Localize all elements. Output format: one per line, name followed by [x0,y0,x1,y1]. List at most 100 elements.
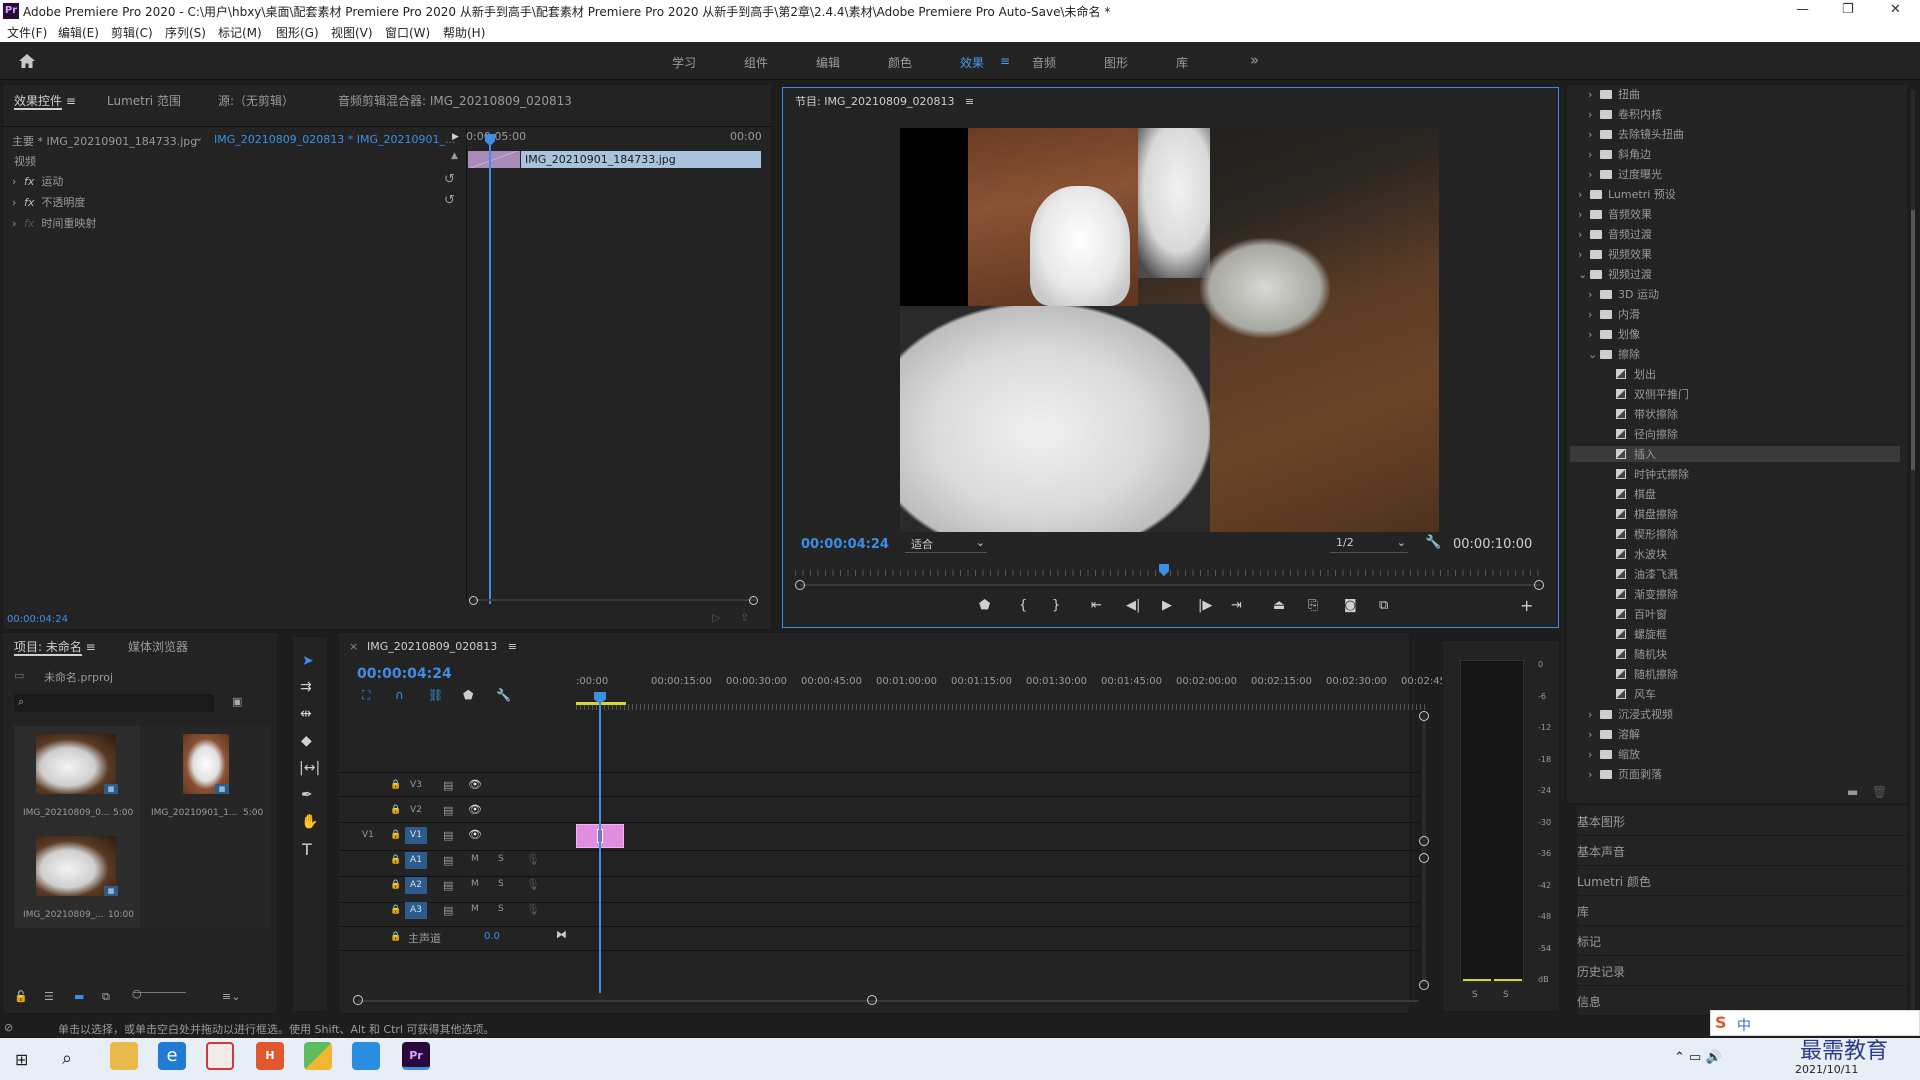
chevron-right-icon[interactable]: › [1578,228,1590,241]
button-editor-icon[interactable]: + [1520,596,1533,615]
selection-tool-icon[interactable]: ➤ [302,653,314,669]
effects-folder[interactable]: › 去除镜头扭曲 [1588,126,1684,142]
track-lock-icon[interactable]: 🔒 [390,830,401,840]
ec-clip-bar[interactable]: IMG_20210901_184733.jpg [521,151,761,168]
close-sequence-icon[interactable]: × [349,640,358,653]
chevron-right-icon[interactable]: › [1588,148,1600,161]
blue-app-icon[interactable] [352,1042,380,1070]
chevron-right-icon[interactable]: › [1578,248,1590,261]
v1-source-label[interactable]: V1 [362,830,374,840]
workspace-more-icon[interactable]: » [1250,51,1259,69]
edge-browser-icon[interactable]: e [158,1042,186,1070]
windows-start-icon[interactable]: ⊞ [15,1050,28,1069]
sequence-clip-label[interactable]: IMG_20210809_020813 * IMG_20210901_... [214,133,455,146]
chevron-right-icon[interactable]: › [1588,768,1600,781]
settings-wrench-icon[interactable]: 🔧 [1425,535,1441,550]
workspace-audio[interactable]: 音频 [1032,54,1056,71]
effect-row-time-remap[interactable]: › fx 时间重映射 [12,215,96,231]
vscroll-bottom-handle[interactable] [1419,980,1429,990]
effects-folder[interactable]: › 斜角边 [1588,146,1651,162]
ec-zoom-scrollbar[interactable] [474,599,756,601]
effects-folder[interactable]: › 过度曝光 [1588,166,1662,182]
master-volume-value[interactable]: 0.0 [484,931,500,942]
menu-view[interactable]: 视图(V) [331,24,373,41]
track-sync-icon[interactable]: ▤ [443,779,453,792]
chevron-down-icon[interactable]: ⌄ [1588,348,1600,361]
track-sync-icon[interactable]: ▤ [443,904,453,917]
project-item-1[interactable]: ▦ IMG_20210809_0... 5:00 [14,726,140,828]
sequence-dropdown-icon[interactable]: ⌄ [194,131,203,144]
effects-folder[interactable]: › 音频过渡 [1578,226,1652,242]
effect-item[interactable]: 随机块 [1598,646,1667,662]
track-target-v1[interactable]: V1 [405,827,427,844]
add-marker-timeline-icon[interactable]: ⬟ [463,688,473,702]
track-mute-button[interactable]: M [471,879,479,889]
chevron-right-icon[interactable]: › [1588,708,1600,721]
go-to-in-icon[interactable]: ⇤ [1091,598,1102,613]
tray-icons[interactable]: ⌃ ▭ 🔊 [1674,1050,1722,1065]
new-bin-icon[interactable]: ▬ [1847,785,1858,799]
tab-lumetri-scopes[interactable]: Lumetri 范围 [107,92,181,109]
effect-item[interactable]: 随机擦除 [1598,666,1678,682]
sogou-ime-icon[interactable]: S [1715,1013,1727,1032]
chevron-right-icon[interactable]: › [1588,728,1600,741]
effect-row-opacity[interactable]: › fx 不透明度 [12,194,85,210]
workspace-editing[interactable]: 编辑 [816,54,840,71]
track-sync-icon[interactable]: ▤ [443,854,453,867]
program-zoom-handle-left[interactable] [795,580,805,590]
effects-folder[interactable]: › 溶解 [1588,726,1640,742]
microphone-icon[interactable]: 🎙 [526,903,540,916]
microphone-icon[interactable]: 🎙 [526,878,540,891]
effects-folder[interactable]: › 页面剥落 [1588,766,1662,782]
panel-essential-sound[interactable]: 基本声音 [1577,836,1907,866]
tab-project[interactable]: 项目: 未命名 ≡ [14,638,96,656]
extract-icon[interactable]: ⎘ [1308,598,1318,613]
ec-export-icon[interactable]: ⇪ [740,611,749,624]
chevron-down-icon[interactable]: ⌄ [1578,268,1590,281]
colorful-app-icon[interactable] [304,1042,332,1070]
add-marker-icon[interactable]: ⬟ [979,598,990,613]
track-eye-icon[interactable]: 👁 [468,803,482,816]
effects-scrollbar[interactable] [1911,90,1915,1080]
zoom-slider-handle[interactable]: ○ [132,987,142,1000]
lift-icon[interactable]: ⏏ [1273,598,1285,613]
track-lock-icon[interactable]: 🔒 [390,905,401,915]
effects-folder[interactable]: › 3D 运动 [1588,286,1659,302]
effect-item[interactable]: 油漆飞溅 [1598,566,1678,582]
ec-play-audio-icon[interactable]: ▷ [712,611,720,624]
slip-tool-icon[interactable]: |↔| [299,760,320,776]
effects-folder[interactable]: › 卷积内核 [1588,106,1662,122]
timeline-title[interactable]: IMG_20210809_020813 ≡ [367,640,517,653]
chevron-right-icon[interactable]: › [1588,88,1600,101]
track-lock-icon[interactable]: 🔒 [390,855,401,865]
ec-scroll-handle-left[interactable] [469,596,478,605]
chevron-right-icon[interactable]: › [1578,208,1590,221]
effects-folder[interactable]: ⌄ 视频过渡 [1578,266,1652,282]
solo-left[interactable]: S [1472,990,1478,1000]
menu-window[interactable]: 窗口(W) [385,24,430,41]
transition-block[interactable] [468,151,520,168]
export-frame-icon[interactable]: ◙ [1344,598,1357,613]
track-lock-icon[interactable]: 🔒 [390,780,401,790]
track-solo-button[interactable]: S [498,879,504,889]
chevron-right-icon[interactable]: › [1588,168,1600,181]
icon-view-icon[interactable]: ▬ [74,990,84,1003]
track-eye-icon[interactable]: 👁 [468,828,482,841]
zoom-slider[interactable] [134,992,186,993]
effect-item[interactable]: 风车 [1598,686,1656,702]
chevron-right-icon[interactable]: › [1588,328,1600,341]
timeline-timecode[interactable]: 00:00:04:24 [357,666,452,682]
step-back-icon[interactable]: ◀| [1126,598,1140,613]
master-clip-label[interactable]: 主要 * IMG_20210901_184733.jpg [12,133,197,149]
timeline-hscroll[interactable] [358,1000,1418,1002]
ime-mode[interactable]: 中 [1737,1015,1751,1035]
track-eye-icon[interactable]: 👁 [468,778,482,791]
track-target-v2[interactable]: V2 [405,802,427,819]
ripple-edit-tool-icon[interactable]: ⇹ [300,706,312,722]
workspace-effects[interactable]: 效果 [960,54,984,71]
panel-essential-graphics[interactable]: 基本图形 [1577,806,1907,836]
panel-markers[interactable]: 标记 [1577,926,1907,956]
track-mute-button[interactable]: M [471,854,479,864]
program-zoom-handle-right[interactable] [1534,580,1544,590]
taskbar-search-icon[interactable]: ⌕ [62,1048,72,1069]
